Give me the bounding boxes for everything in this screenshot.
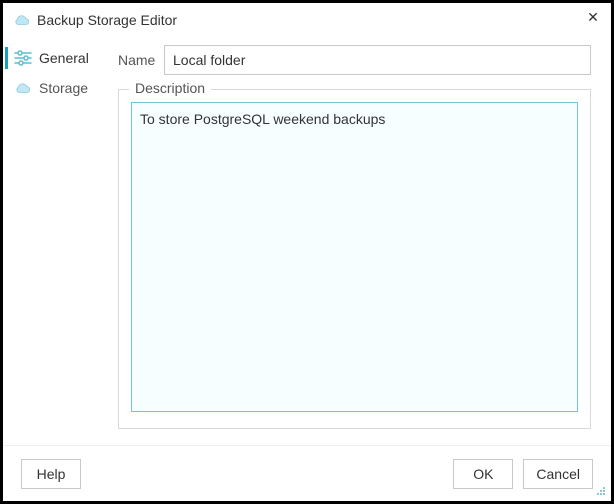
cloud-icon	[13, 81, 33, 95]
ok-button[interactable]: OK	[453, 459, 513, 489]
window-title: Backup Storage Editor	[37, 12, 177, 28]
resize-grip-icon[interactable]	[595, 485, 607, 497]
name-label: Name	[118, 52, 164, 68]
name-row: Name	[118, 45, 591, 75]
description-input[interactable]	[131, 102, 578, 412]
settings-icon	[13, 50, 33, 66]
backup-storage-editor-window: Backup Storage Editor ✕	[0, 0, 614, 504]
titlebar: Backup Storage Editor ✕	[3, 3, 611, 37]
sidebar: General Storage	[3, 37, 118, 445]
name-input[interactable]	[164, 45, 591, 75]
main-panel: Name Description	[118, 37, 611, 445]
tab-general[interactable]: General	[3, 43, 118, 73]
close-button[interactable]: ✕	[585, 9, 601, 25]
dialog-body: General Storage Name Description	[3, 37, 611, 445]
tab-label: General	[39, 50, 89, 66]
footer: Help OK Cancel	[3, 445, 611, 501]
description-fieldset: Description	[118, 89, 591, 429]
help-button[interactable]: Help	[21, 459, 81, 489]
tab-storage[interactable]: Storage	[3, 73, 118, 103]
cancel-button[interactable]: Cancel	[523, 459, 593, 489]
description-label: Description	[129, 80, 211, 96]
tab-label: Storage	[39, 80, 88, 96]
cloud-icon	[13, 13, 31, 27]
